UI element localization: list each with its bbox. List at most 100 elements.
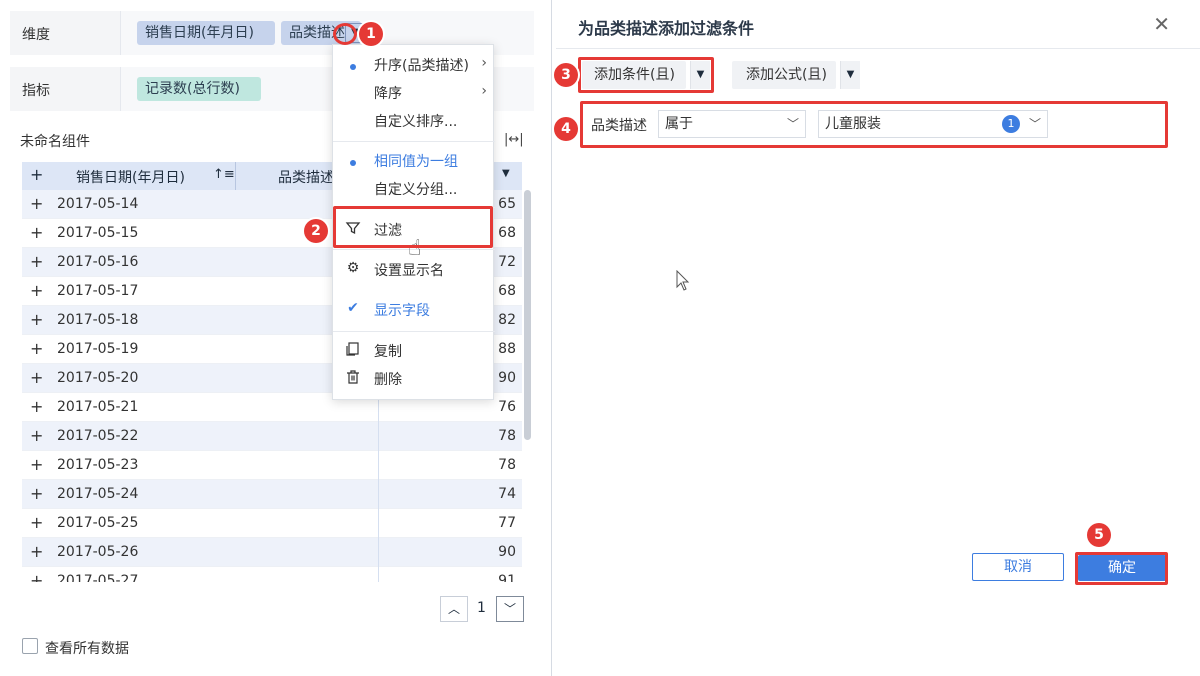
expand-row-icon[interactable]: + (30, 310, 43, 329)
row-value: 77 (498, 515, 516, 531)
row-value: 78 (498, 428, 516, 444)
menu-item-label: 自定义排序... (374, 114, 458, 130)
menu-item-sort-asc[interactable]: 升序(品类描述) › (333, 53, 495, 79)
row-value: 68 (498, 283, 516, 299)
menu-item-label: 相同值为一组 (374, 154, 458, 170)
menu-item-label: 复制 (374, 344, 402, 360)
row-date: 2017-05-15 (57, 225, 139, 241)
page-down-button[interactable]: ﹀ (496, 596, 524, 622)
row-value: 78 (498, 457, 516, 473)
gear-icon: ⚙ (346, 260, 360, 276)
expand-row-icon[interactable]: + (30, 194, 43, 213)
column-divider (378, 451, 379, 480)
highlight-box-add-condition (578, 57, 714, 93)
expand-row-icon[interactable]: + (30, 368, 43, 387)
row-date: 2017-05-16 (57, 254, 139, 270)
row-value: 88 (498, 341, 516, 357)
dimension-field-date[interactable]: 销售日期(年月日) (137, 21, 275, 45)
expand-row-icon[interactable]: + (30, 426, 43, 445)
expand-row-icon[interactable]: + (30, 513, 43, 532)
row-date: 2017-05-25 (57, 515, 139, 531)
row-date: 2017-05-14 (57, 196, 139, 212)
component-title: 未命名组件 (20, 134, 90, 150)
column-resize-icon[interactable]: |↔| (504, 132, 524, 147)
expand-row-icon[interactable]: + (30, 484, 43, 503)
step-badge-4: 4 (554, 117, 578, 141)
dimension-label: 维度 (22, 27, 50, 43)
menu-item-display-name[interactable]: ⚙ 设置显示名 (333, 258, 495, 284)
row-date: 2017-05-27 (57, 573, 139, 582)
page-up-button[interactable]: ︿ (440, 596, 468, 622)
menu-item-group-same[interactable]: 相同值为一组 (333, 149, 495, 175)
menu-item-copy[interactable]: 复制 (333, 339, 495, 365)
add-formula-caret-icon[interactable]: ▼ (840, 61, 860, 89)
row-date: 2017-05-19 (57, 341, 139, 357)
close-icon[interactable]: ✕ (1153, 12, 1170, 36)
sort-icon[interactable]: ↑≡ (213, 167, 235, 182)
metric-field-count[interactable]: 记录数(总行数) (137, 77, 261, 101)
highlight-circle-caret (333, 23, 357, 45)
row-value: 90 (498, 370, 516, 386)
mouse-pointer-icon (676, 269, 690, 298)
row-date: 2017-05-24 (57, 486, 139, 502)
menu-item-delete[interactable]: 删除 (333, 367, 495, 393)
table-row[interactable]: +2017-05-22 78 (22, 422, 522, 451)
menu-item-show-field[interactable]: ✔ 显示字段 (333, 298, 495, 324)
row-date: 2017-05-20 (57, 370, 139, 386)
row-date: 2017-05-22 (57, 428, 139, 444)
highlight-box-condition (580, 101, 1168, 148)
expand-all-icon[interactable]: + (30, 165, 43, 184)
header-category[interactable]: 品类描述 (278, 167, 334, 187)
expand-row-icon[interactable]: + (30, 339, 43, 358)
header-caret-icon[interactable]: ▼ (502, 168, 510, 179)
header-divider (235, 162, 236, 190)
row-value: 72 (498, 254, 516, 270)
column-divider (378, 422, 379, 451)
table-row[interactable]: +2017-05-23 78 (22, 451, 522, 480)
chevron-right-icon: › (481, 83, 487, 99)
highlight-box-ok (1075, 552, 1168, 585)
row-value: 65 (498, 196, 516, 212)
row-date: 2017-05-26 (57, 544, 139, 560)
expand-row-icon[interactable]: + (30, 281, 43, 300)
menu-item-custom-group[interactable]: 自定义分组... (333, 177, 495, 203)
step-badge-3: 3 (554, 63, 578, 87)
expand-row-icon[interactable]: + (30, 542, 43, 561)
add-formula-button[interactable]: 添加公式(且) (732, 61, 836, 89)
table-row[interactable]: +2017-05-27 91 (22, 567, 522, 582)
step-badge-5: 5 (1087, 523, 1111, 547)
row-value: 90 (498, 544, 516, 560)
step-badge-1: 1 (359, 22, 383, 46)
menu-item-sort-desc[interactable]: 降序 › (333, 81, 495, 107)
row-date: 2017-05-23 (57, 457, 139, 473)
row-value: 68 (498, 225, 516, 241)
row-date: 2017-05-18 (57, 312, 139, 328)
menu-item-label: 降序 (374, 86, 402, 102)
table-row[interactable]: +2017-05-24 74 (22, 480, 522, 509)
menu-item-label: 设置显示名 (374, 263, 444, 279)
vertical-scrollbar[interactable] (524, 190, 531, 440)
column-divider (378, 480, 379, 509)
view-all-checkbox[interactable] (22, 638, 38, 654)
menu-divider (333, 331, 495, 332)
page-number: 1 (477, 600, 486, 616)
dialog-header-divider (556, 48, 1200, 49)
expand-row-icon[interactable]: + (30, 455, 43, 474)
expand-row-icon[interactable]: + (30, 571, 43, 582)
metric-label: 指标 (22, 83, 50, 99)
row-value: 76 (498, 399, 516, 415)
copy-icon (345, 341, 361, 359)
row-value: 82 (498, 312, 516, 328)
menu-item-custom-sort[interactable]: 自定义排序... (333, 109, 495, 135)
table-row[interactable]: +2017-05-25 77 (22, 509, 522, 538)
cancel-button[interactable]: 取消 (972, 553, 1064, 581)
row-date: 2017-05-17 (57, 283, 139, 299)
step-badge-2: 2 (304, 219, 328, 243)
expand-row-icon[interactable]: + (30, 223, 43, 242)
expand-row-icon[interactable]: + (30, 252, 43, 271)
selected-dot-icon (350, 160, 356, 166)
header-date[interactable]: 销售日期(年月日) (76, 167, 185, 187)
expand-row-icon[interactable]: + (30, 397, 43, 416)
menu-item-label: 删除 (374, 372, 402, 388)
table-row[interactable]: +2017-05-26 90 (22, 538, 522, 567)
